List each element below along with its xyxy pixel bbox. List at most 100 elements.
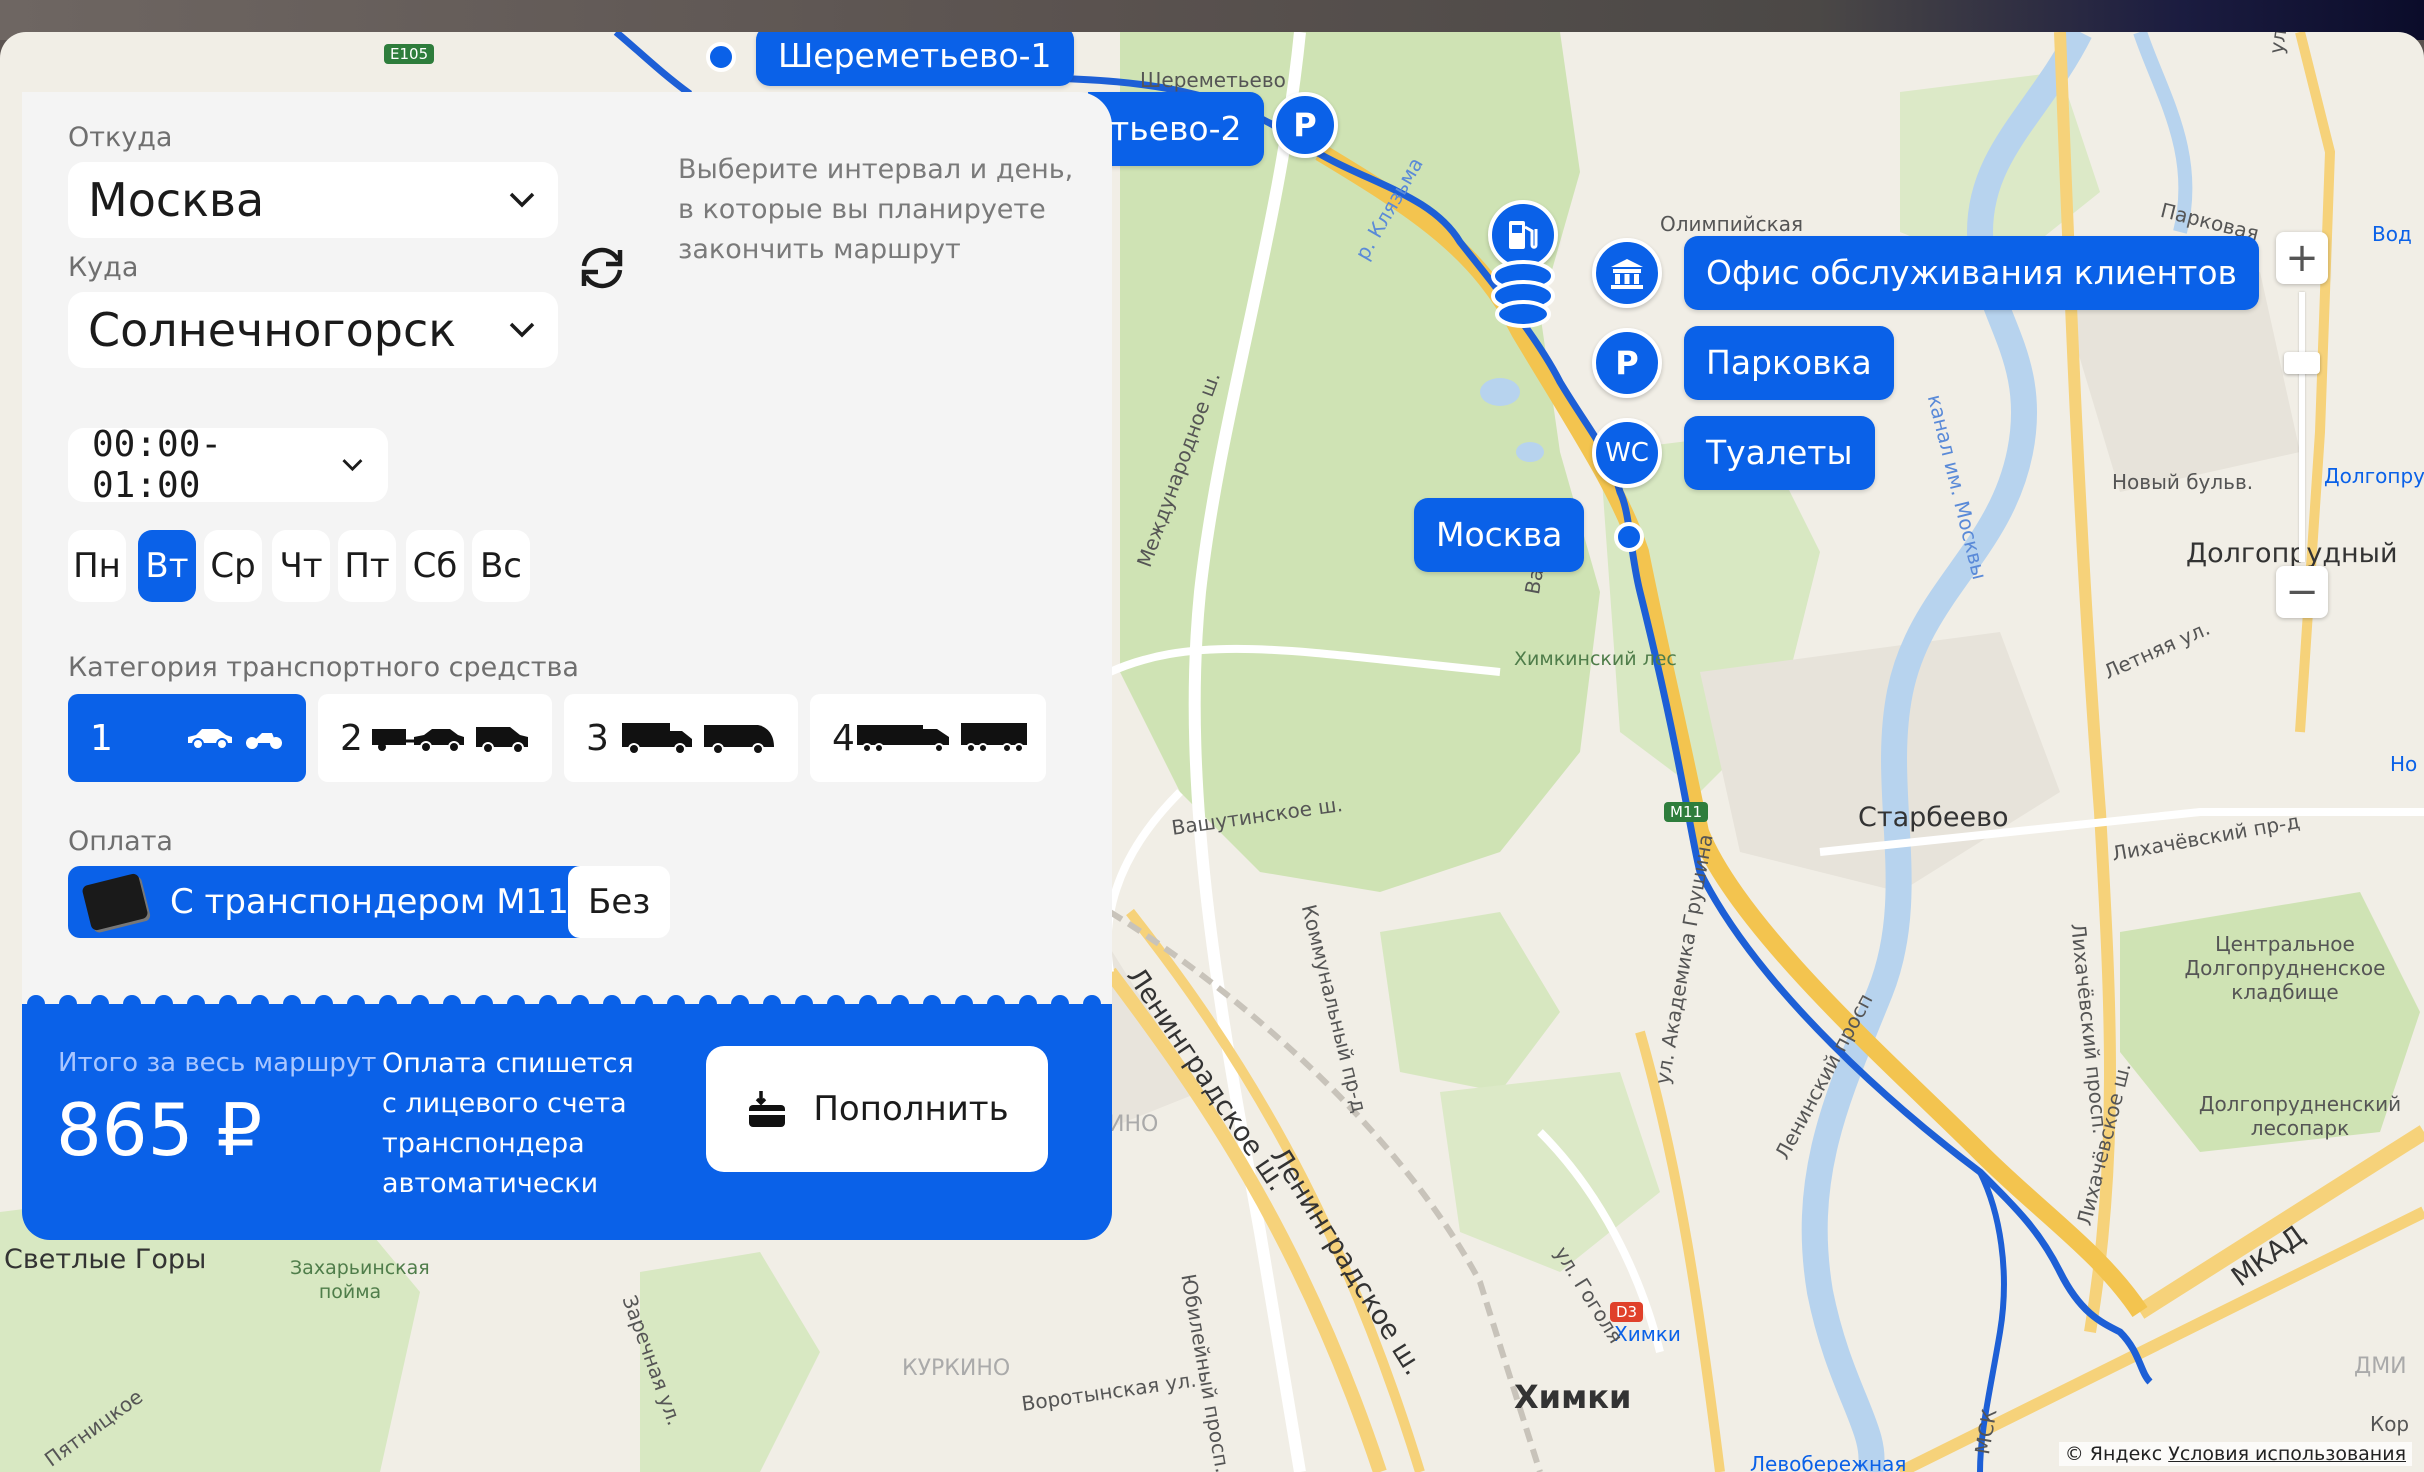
perforation-notch	[204, 990, 220, 1004]
chevron-down-icon	[509, 192, 535, 208]
perforation-notch	[620, 990, 636, 1004]
zoom-out-button[interactable]: −	[2276, 566, 2328, 618]
semi-truck-icon	[856, 725, 949, 753]
perforation-notch	[332, 990, 348, 1004]
route-point-sheremetyevo-1[interactable]	[706, 42, 736, 72]
interval-hint: Выберите интервал и день, в которые вы п…	[678, 154, 1074, 265]
perforation-notch	[876, 990, 892, 1004]
pin-toilets[interactable]: Туалеты	[1684, 416, 1875, 490]
route-calculator-panel: Откуда Москва Куда Солнечногорск Выберит…	[22, 92, 1112, 1004]
map-label-novy-bulv: Новый бульв.	[2112, 470, 2254, 494]
day-thu[interactable]: Чт	[272, 530, 330, 602]
total-label: Итого за весь маршрут	[58, 1048, 377, 1078]
pin-moscow[interactable]: Москва	[1414, 498, 1585, 572]
day-mon[interactable]: Пн	[68, 530, 126, 602]
road-shield-e105: E105	[384, 44, 435, 64]
map-label-levoberezhnaya: Левобережная	[1750, 1452, 1907, 1472]
perforation-notch	[1036, 990, 1052, 1004]
day-tue[interactable]: Вт	[138, 530, 196, 602]
terms-link[interactable]: Условия использования	[2168, 1443, 2406, 1465]
zoom-control: + −	[2272, 232, 2332, 632]
category-number: 4	[832, 717, 855, 759]
perforation-notch	[300, 990, 316, 1004]
motorcycle-icon	[246, 733, 282, 749]
wc-icon[interactable]: WC	[1592, 418, 1662, 488]
payment-label: Оплата	[68, 826, 173, 857]
perforation-notch	[108, 990, 124, 1004]
pin-sheremetyevo-1[interactable]: Шереметьево-1	[756, 32, 1074, 86]
from-select[interactable]: Москва	[68, 162, 558, 238]
swap-direction-icon[interactable]	[574, 240, 630, 296]
road-shield-m11: M11	[1664, 802, 1709, 822]
parking-icon-sheremetyevo[interactable]: P	[1272, 92, 1338, 158]
map-copyright: © Яндекс Условия использования	[2058, 1442, 2412, 1466]
top-up-label: Пополнить	[813, 1089, 1009, 1129]
total-amount: 865 ₽	[56, 1088, 263, 1172]
perforation-notch	[76, 990, 92, 1004]
perforation-notch	[140, 990, 156, 1004]
vehicle-category-3[interactable]: 3	[564, 694, 798, 782]
perforation-notch	[908, 990, 924, 1004]
map-label-kor: Кор	[2370, 1412, 2410, 1436]
transponder-icon	[81, 872, 149, 932]
chevron-down-icon	[342, 459, 363, 472]
day-sun[interactable]: Вс	[472, 530, 530, 602]
car-with-trailer-icon	[372, 729, 464, 753]
parking-icon[interactable]: P	[1592, 328, 1662, 398]
fuel-station-stack-icon	[1491, 260, 1555, 328]
car-icon	[188, 729, 232, 750]
map-label-ino: ИНО	[1108, 1112, 1159, 1137]
day-sat[interactable]: Сб	[406, 530, 464, 602]
to-select[interactable]: Солнечногорск	[68, 292, 558, 368]
day-wed[interactable]: Ср	[204, 530, 262, 602]
perforation-notch	[460, 990, 476, 1004]
top-up-button[interactable]: Пополнить	[706, 1046, 1048, 1172]
zoom-slider-thumb[interactable]	[2284, 352, 2320, 374]
map-label-vod: Вод	[2372, 222, 2412, 246]
perforation-notch	[492, 990, 508, 1004]
vehicle-category-2[interactable]: 2	[318, 694, 552, 782]
road-shield-d3: D3	[1610, 1302, 1644, 1322]
to-label: Куда	[68, 252, 139, 283]
perforation-notch	[716, 990, 732, 1004]
payment-transponder-button[interactable]: С транспондером М11	[68, 866, 591, 938]
payment-without-button[interactable]: Без	[568, 866, 671, 938]
map-label-dmi: ДМИ	[2354, 1354, 2407, 1379]
zoom-in-button[interactable]: +	[2276, 232, 2328, 284]
pin-parking[interactable]: Парковка	[1684, 326, 1894, 400]
truck-icon	[622, 723, 692, 755]
perforation-notch	[940, 990, 956, 1004]
perforation-notch	[44, 990, 60, 1004]
zoom-track[interactable]	[2299, 292, 2305, 562]
map-label-khimkinsky-les: Химкинский лес	[1514, 648, 1677, 670]
office-building-icon[interactable]	[1592, 238, 1662, 308]
map-label-dolgoprudna: Долгопрудна	[2324, 464, 2424, 488]
perforation-notch	[684, 990, 700, 1004]
perforation-notch	[844, 990, 860, 1004]
route-point-moscow[interactable]	[1614, 522, 1644, 552]
map-label-kladbishche: Центральное Долгопрудненское кладбище	[2184, 932, 2386, 1004]
bus-icon	[704, 725, 774, 755]
map-label-starbeevo: Старбеево	[1858, 802, 2009, 833]
map-label-lesopark: Долгопрудненский лесопарк	[2198, 1092, 2402, 1140]
perforation-notch	[364, 990, 380, 1004]
vehicle-category-1[interactable]: 1	[68, 694, 306, 782]
pin-office[interactable]: Офис обслуживания клиентов	[1684, 236, 2259, 310]
wallet-top-up-icon	[749, 1091, 786, 1127]
map-label-sheremetyevo: Шереметьево	[1140, 68, 1286, 92]
time-interval-select[interactable]: 00:00-01:00	[68, 424, 388, 506]
perforation-notch	[1100, 990, 1112, 1004]
payment-transponder-label: С транспондером М11	[170, 882, 569, 922]
perforation-notch	[172, 990, 188, 1004]
category-number: 3	[586, 717, 609, 759]
perforation-notch	[236, 990, 252, 1004]
pin-sheremetyevo-2[interactable]: тьево-2	[1088, 92, 1264, 166]
perforation-notch	[812, 990, 828, 1004]
category-number: 1	[90, 717, 113, 759]
vehicle-category-4[interactable]: 4	[810, 694, 1046, 782]
perforation-notch	[428, 990, 444, 1004]
perforation-notch	[652, 990, 668, 1004]
day-fri[interactable]: Пт	[338, 530, 396, 602]
perforation-notch	[780, 990, 796, 1004]
map-label-kurkino: КУРКИНО	[902, 1356, 1011, 1381]
